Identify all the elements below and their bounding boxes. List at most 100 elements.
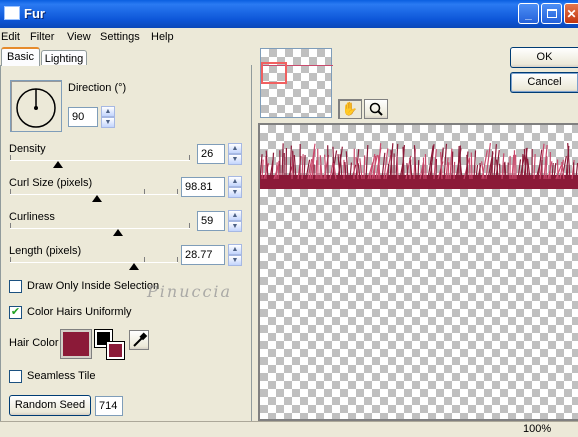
status-bar: 100% bbox=[0, 421, 578, 437]
background-color-swatch[interactable] bbox=[106, 341, 125, 360]
zoom-tool-button[interactable] bbox=[364, 99, 388, 119]
curl-size-spinner[interactable]: ▲ ▼ bbox=[228, 176, 242, 198]
density-slider-thumb[interactable] bbox=[53, 161, 63, 168]
length-slider-thumb[interactable] bbox=[129, 263, 139, 270]
eyedropper-button[interactable] bbox=[129, 330, 149, 350]
spin-up-icon[interactable]: ▲ bbox=[228, 210, 242, 221]
spin-up-icon[interactable]: ▲ bbox=[228, 244, 242, 255]
tab-basic[interactable]: Basic bbox=[1, 47, 40, 66]
fur-strand bbox=[451, 151, 454, 180]
fur-strand bbox=[457, 145, 460, 180]
spin-down-icon[interactable]: ▼ bbox=[228, 187, 242, 198]
seamless-tile-checkbox[interactable] bbox=[9, 370, 22, 383]
density-input[interactable]: 26 bbox=[197, 144, 225, 164]
color-uniform-checkbox[interactable]: ✔ bbox=[9, 306, 22, 319]
maximize-button[interactable] bbox=[541, 3, 562, 24]
fur-strand bbox=[289, 145, 292, 180]
seamless-tile-label[interactable]: Seamless Tile bbox=[27, 370, 95, 382]
fur-strand bbox=[417, 160, 420, 180]
draw-inside-checkbox[interactable] bbox=[9, 280, 22, 293]
fur-strand bbox=[453, 161, 456, 180]
pan-tool-button[interactable]: ✋ bbox=[338, 99, 362, 119]
fur-strand bbox=[430, 163, 433, 180]
slider-tick bbox=[10, 155, 11, 160]
close-icon: ✕ bbox=[566, 6, 577, 21]
fur-strand bbox=[447, 162, 450, 180]
curl-size-label: Curl Size (pixels) bbox=[9, 177, 93, 189]
menu-filter[interactable]: Filter bbox=[30, 28, 54, 47]
navigator-thumbnail[interactable] bbox=[260, 48, 333, 118]
density-spinner[interactable]: ▲ ▼ bbox=[228, 143, 242, 165]
spin-up-icon[interactable]: ▲ bbox=[101, 106, 115, 117]
random-seed-button[interactable]: Random Seed bbox=[9, 395, 91, 416]
magnifier-icon bbox=[369, 102, 383, 116]
eyedropper-icon bbox=[133, 332, 148, 347]
curliness-slider-track[interactable] bbox=[10, 228, 190, 229]
spin-up-icon[interactable]: ▲ bbox=[228, 176, 242, 187]
color-pair-swatch[interactable] bbox=[94, 329, 125, 360]
curliness-slider-thumb[interactable] bbox=[113, 229, 123, 236]
spin-down-icon[interactable]: ▼ bbox=[228, 221, 242, 232]
length-spinner[interactable]: ▲ ▼ bbox=[228, 244, 242, 266]
close-button[interactable]: ✕ bbox=[564, 3, 578, 24]
curl-size-slider-thumb[interactable] bbox=[92, 195, 102, 202]
direction-dial-icon bbox=[16, 88, 56, 128]
color-uniform-label[interactable]: Color Hairs Uniformly bbox=[27, 306, 132, 318]
fur-strand bbox=[485, 143, 491, 180]
spin-down-icon[interactable]: ▼ bbox=[228, 154, 242, 165]
maximize-icon bbox=[546, 9, 557, 18]
minimize-button[interactable]: _ bbox=[518, 3, 539, 24]
fur-strand bbox=[424, 154, 427, 180]
curliness-label: Curliness bbox=[9, 211, 55, 223]
fur-strand bbox=[363, 155, 366, 180]
menu-bar: Edit Filter View Settings Help bbox=[0, 28, 578, 47]
curliness-spinner[interactable]: ▲ ▼ bbox=[228, 210, 242, 232]
watermark-signature: Pinuccia bbox=[147, 282, 233, 301]
fur-strand bbox=[315, 160, 318, 180]
slider-tick bbox=[177, 189, 178, 194]
app-icon bbox=[4, 6, 20, 20]
curl-size-input[interactable]: 98.81 bbox=[181, 177, 225, 197]
menu-settings[interactable]: Settings bbox=[100, 28, 140, 47]
fur-strand bbox=[422, 157, 425, 180]
density-slider-track[interactable] bbox=[10, 160, 190, 161]
menu-view[interactable]: View bbox=[67, 28, 91, 47]
fur-strand bbox=[473, 150, 477, 180]
slider-tick bbox=[189, 223, 190, 228]
main-preview[interactable] bbox=[258, 123, 578, 421]
length-label: Length (pixels) bbox=[9, 245, 82, 257]
fur-strand bbox=[281, 143, 284, 180]
direction-label: Direction (°) bbox=[68, 82, 127, 94]
fur-strand bbox=[345, 151, 349, 180]
slider-tick bbox=[10, 189, 11, 194]
fur-strand bbox=[387, 163, 390, 180]
length-slider-track[interactable] bbox=[10, 262, 178, 263]
menu-edit[interactable]: Edit bbox=[1, 28, 20, 47]
minimize-icon: _ bbox=[525, 6, 532, 21]
fur-strand bbox=[365, 145, 369, 180]
random-seed-input[interactable]: 714 bbox=[95, 396, 123, 416]
menu-help[interactable]: Help bbox=[151, 28, 174, 47]
spin-down-icon[interactable]: ▼ bbox=[101, 117, 115, 128]
fur-strand bbox=[470, 152, 473, 180]
zoom-level: 100% bbox=[523, 423, 552, 435]
spin-up-icon[interactable]: ▲ bbox=[228, 143, 242, 154]
hair-color-label: Hair Color bbox=[9, 337, 59, 349]
draw-inside-label[interactable]: Draw Only Inside Selection bbox=[27, 280, 159, 292]
direction-input[interactable]: 90 bbox=[68, 107, 98, 127]
spin-down-icon[interactable]: ▼ bbox=[228, 255, 242, 266]
navigator-viewport-box[interactable] bbox=[261, 62, 287, 84]
fur-strand bbox=[545, 155, 548, 180]
checkmark-icon: ✔ bbox=[10, 306, 21, 318]
curliness-input[interactable]: 59 bbox=[197, 211, 225, 231]
title-bar: Fur _ ✕ bbox=[0, 0, 578, 28]
direction-dial[interactable] bbox=[10, 80, 62, 132]
density-label: Density bbox=[9, 143, 46, 155]
cancel-button[interactable]: Cancel bbox=[510, 72, 578, 93]
direction-spinner[interactable]: ▲ ▼ bbox=[101, 106, 115, 128]
hand-icon: ✋ bbox=[341, 101, 359, 116]
length-input[interactable]: 28.77 bbox=[181, 245, 225, 265]
ok-button[interactable]: OK bbox=[510, 47, 578, 68]
fur-preview-render bbox=[260, 142, 578, 189]
hair-color-swatch[interactable] bbox=[60, 329, 92, 359]
